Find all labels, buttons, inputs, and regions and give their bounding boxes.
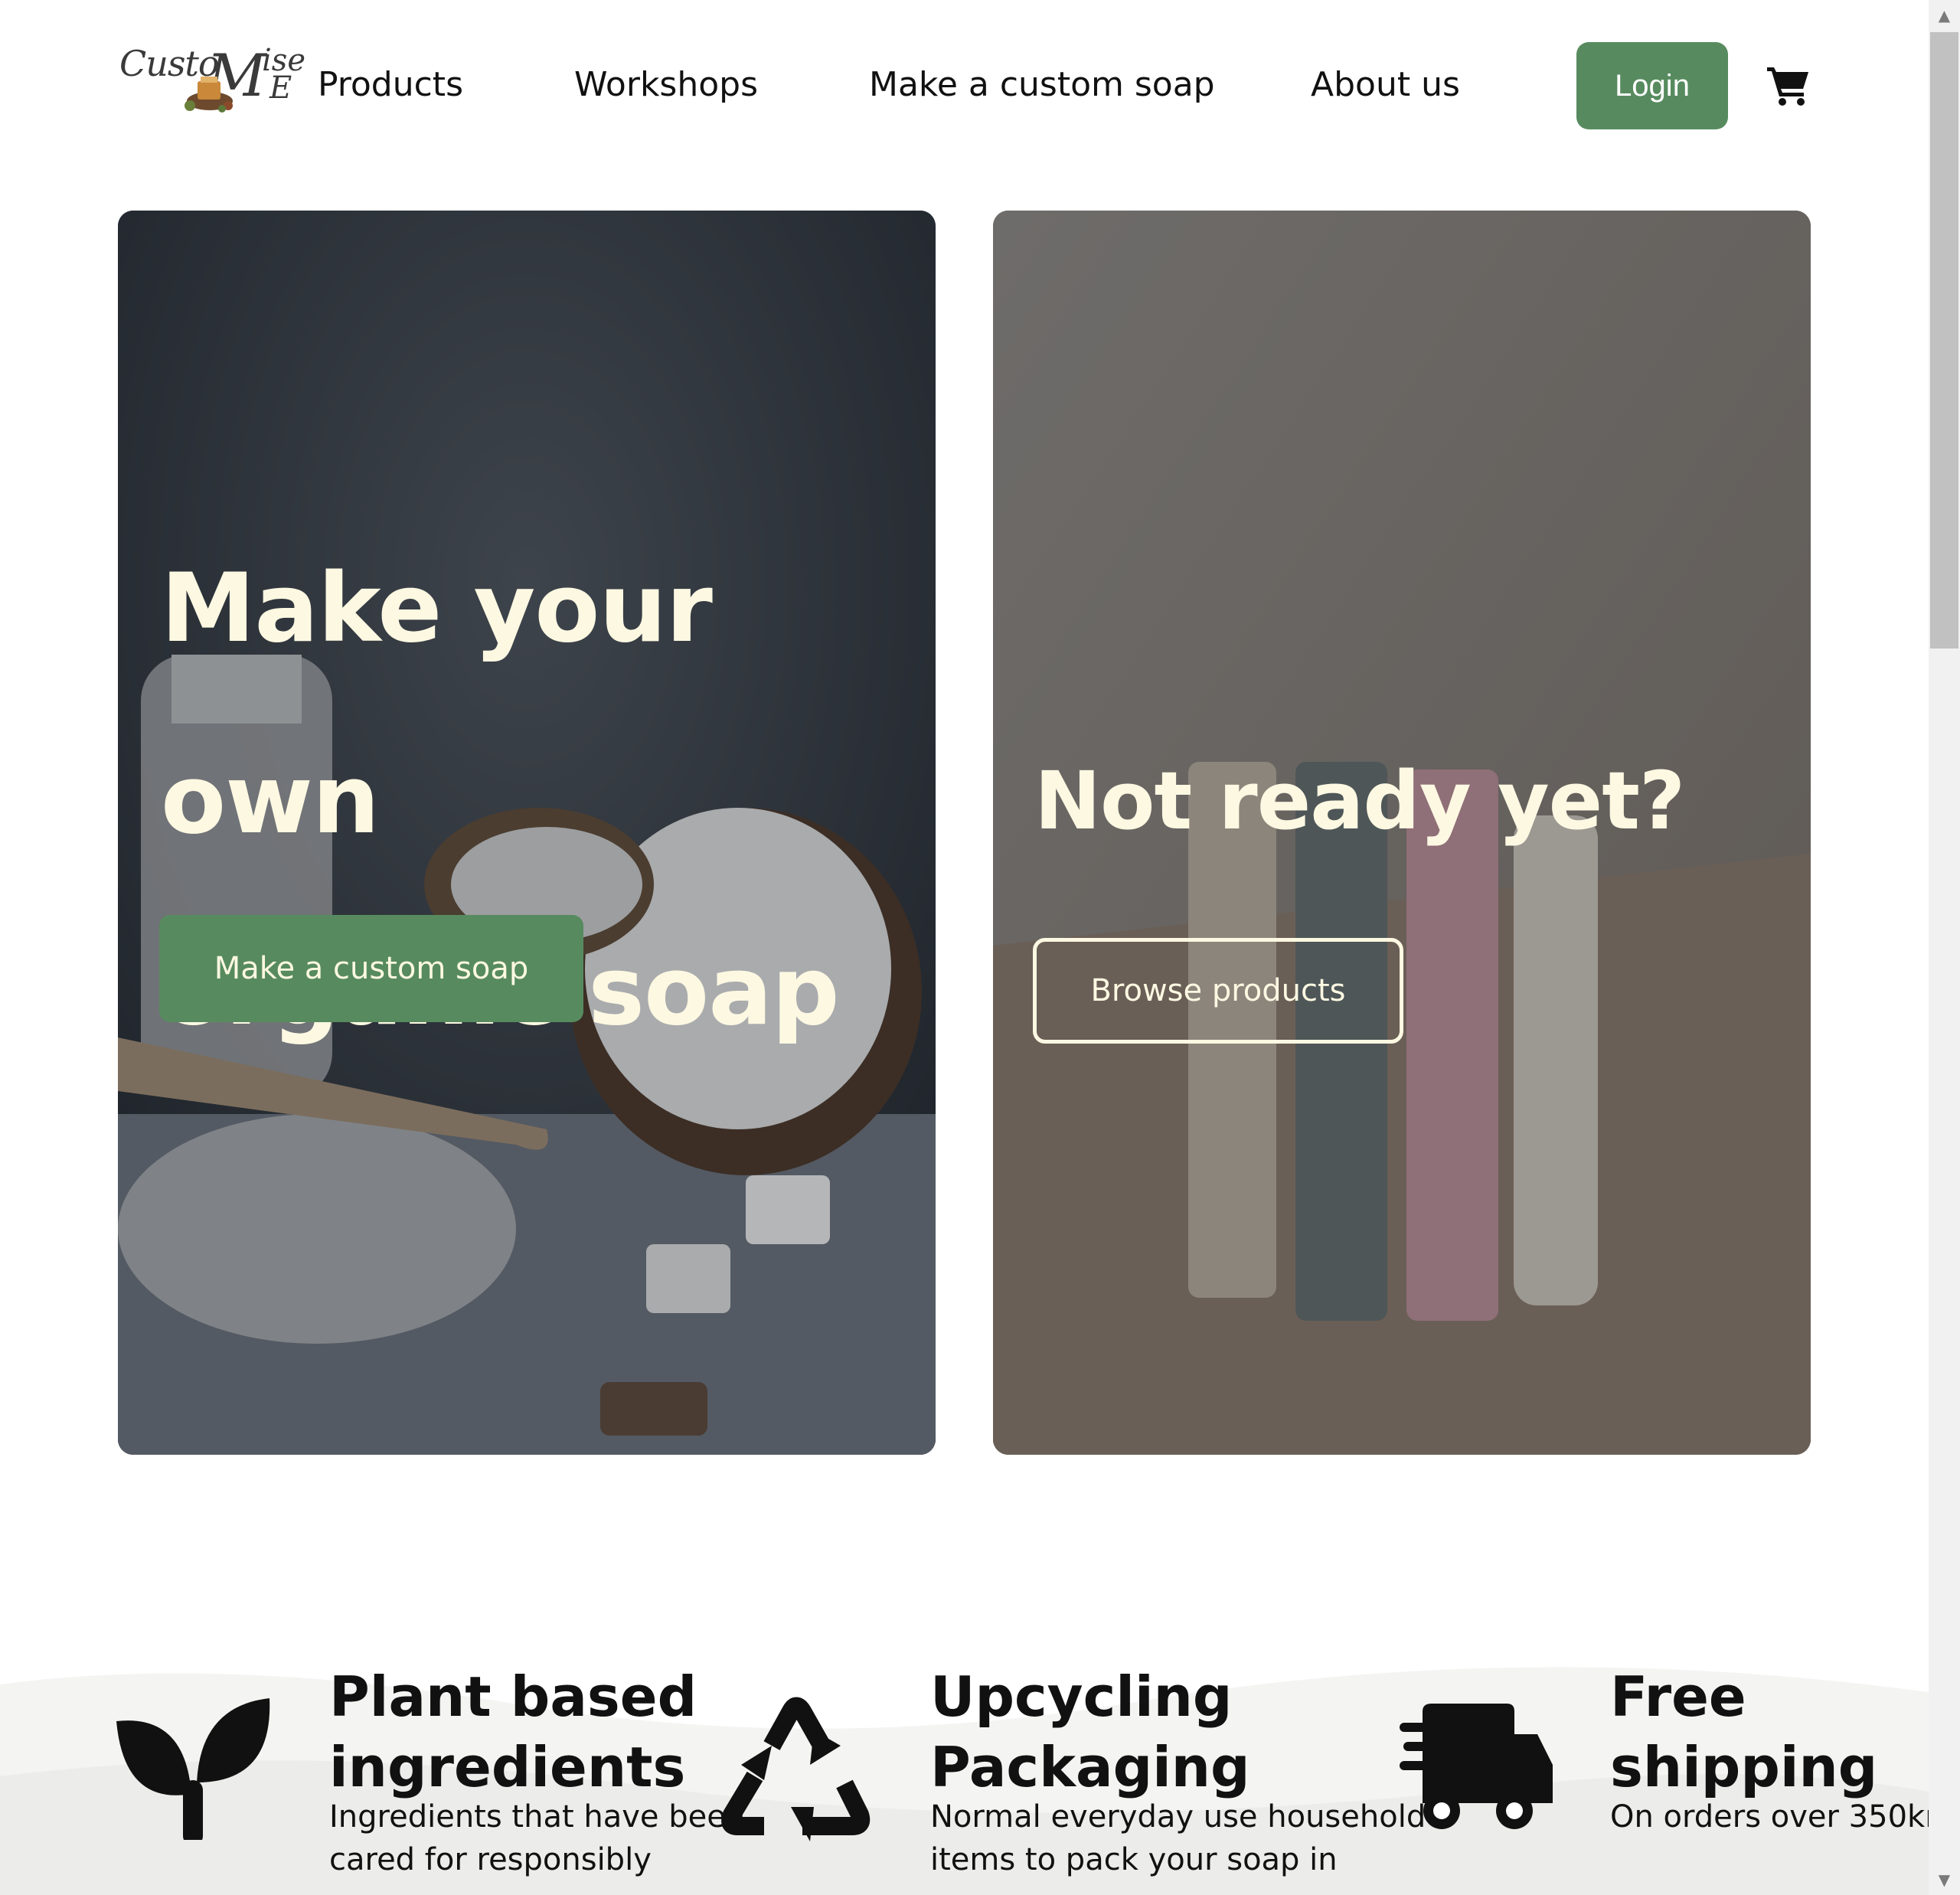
feature-desc-line: Ingredients that have been xyxy=(329,1799,746,1835)
nav-about-us[interactable]: About us xyxy=(1311,65,1460,104)
nav-workshops[interactable]: Workshops xyxy=(574,65,758,104)
feature-description: On orders over 350kr xyxy=(1610,1795,1938,1838)
scroll-up-arrow-icon[interactable]: ▲ xyxy=(1929,0,1960,31)
not-ready-title: Not ready yet? xyxy=(1034,754,1685,848)
feature-title-line: shipping xyxy=(1610,1735,1878,1799)
scrollbar-thumb[interactable] xyxy=(1930,32,1958,649)
delivery-truck-icon xyxy=(1400,1704,1553,1829)
feature-title-line: Plant based xyxy=(329,1665,697,1729)
feature-desc-line: items to pack your soap in xyxy=(930,1842,1338,1877)
scroll-down-arrow-icon[interactable]: ▼ xyxy=(1929,1864,1960,1895)
feature-title: Plant based ingredients xyxy=(329,1661,697,1802)
page-scrollbar[interactable]: ▲ ▼ xyxy=(1929,0,1960,1895)
feature-description: Ingredients that have been cared for res… xyxy=(329,1795,745,1881)
feature-title-line: Free xyxy=(1610,1665,1746,1729)
feature-title-line: Packaging xyxy=(930,1735,1250,1799)
feature-desc-line: On orders over 350kr xyxy=(1610,1799,1938,1835)
feature-title-line: Upcycling xyxy=(930,1665,1233,1729)
hero-title-line: Make your own xyxy=(161,554,713,855)
feature-title: Upcycling Packaging xyxy=(930,1661,1250,1802)
recycle-icon xyxy=(721,1697,871,1841)
hero-card-custom-soap: Make your own organic soap Make a custom… xyxy=(118,211,936,1455)
feature-description: Normal everyday use household items to p… xyxy=(930,1795,1426,1881)
login-button[interactable]: Login xyxy=(1576,42,1728,129)
browse-products-button[interactable]: Browse products xyxy=(1033,938,1403,1044)
feature-title: Free shipping xyxy=(1610,1661,1877,1802)
nav-products[interactable]: Products xyxy=(318,65,463,104)
feature-desc-line: cared for responsibly xyxy=(329,1842,652,1877)
sprout-icon xyxy=(116,1698,270,1840)
site-header: Custo M ise E Products Workshops Make a … xyxy=(0,0,1929,176)
feature-title-line: ingredients xyxy=(329,1735,686,1799)
feature-desc-line: Normal everyday use household xyxy=(930,1799,1426,1835)
shopping-cart-icon[interactable] xyxy=(1766,64,1810,107)
nav-make-custom-soap[interactable]: Make a custom soap xyxy=(869,65,1215,104)
make-custom-soap-button[interactable]: Make a custom soap xyxy=(159,915,583,1022)
hero-card-browse: Not ready yet? Browse products xyxy=(993,211,1811,1455)
